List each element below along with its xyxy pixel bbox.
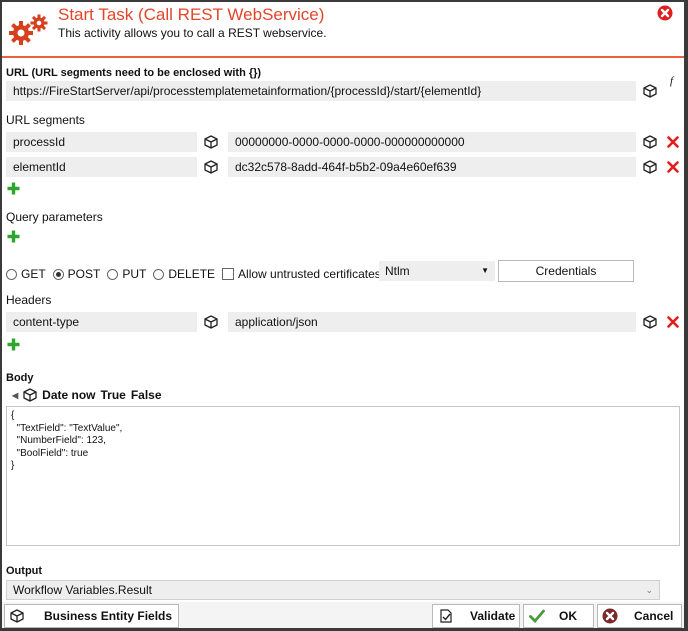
cube-icon[interactable] xyxy=(643,135,657,149)
add-header-icon[interactable] xyxy=(7,338,20,351)
query-parameters-label: Query parameters xyxy=(6,210,103,224)
dialog-subtitle: This activity allows you to call a REST … xyxy=(58,26,327,40)
function-icon[interactable]: f xyxy=(670,75,673,87)
cancel-button[interactable]: Cancel xyxy=(597,604,682,628)
body-toolbar: ◀ Date now True False xyxy=(12,388,162,402)
cube-icon[interactable] xyxy=(23,388,37,402)
dialog-title: Start Task (Call REST WebService) xyxy=(58,5,325,24)
credentials-button[interactable]: Credentials xyxy=(498,260,634,282)
business-entity-fields-button[interactable]: Business Entity Fields xyxy=(4,604,179,628)
cancel-icon xyxy=(602,608,618,624)
output-selected-value: Workflow Variables.Result xyxy=(13,583,152,597)
auth-selected-value: Ntlm xyxy=(385,264,410,278)
radio-button[interactable] xyxy=(153,268,165,280)
validate-icon xyxy=(440,609,452,623)
insert-false-button[interactable]: False xyxy=(131,388,162,402)
collapse-arrow-icon[interactable]: ◀ xyxy=(12,391,18,400)
insert-true-button[interactable]: True xyxy=(101,388,126,402)
segment-value-input[interactable]: 00000000-0000-0000-0000-000000000000 xyxy=(228,132,636,152)
method-put-radio[interactable]: PUT xyxy=(107,267,146,281)
url-segments-label: URL segments xyxy=(6,113,85,127)
header-divider xyxy=(2,56,684,58)
method-options: GET POST PUT DELETE Allow untrusted cert… xyxy=(6,267,381,281)
checkmark-icon xyxy=(529,609,545,623)
output-select[interactable]: Workflow Variables.Result ⌄ xyxy=(6,580,660,600)
gears-icon xyxy=(9,14,48,45)
cube-icon[interactable] xyxy=(643,84,657,98)
add-query-parameter-icon[interactable] xyxy=(7,230,20,243)
close-icon[interactable] xyxy=(657,5,673,21)
cube-icon[interactable] xyxy=(643,315,657,329)
insert-date-now-button[interactable]: Date now xyxy=(42,388,95,402)
cube-icon[interactable] xyxy=(204,315,218,329)
method-get-radio[interactable]: GET xyxy=(6,267,46,281)
checkbox[interactable] xyxy=(222,268,235,280)
cube-icon[interactable] xyxy=(204,135,218,149)
body-textarea[interactable]: { "TextField": "TextValue", "NumberField… xyxy=(6,406,680,546)
rest-webservice-dialog: Start Task (Call REST WebService) This a… xyxy=(2,2,684,628)
method-delete-radio[interactable]: DELETE xyxy=(153,267,215,281)
segment-name-input[interactable]: elementId xyxy=(6,157,197,177)
cube-icon[interactable] xyxy=(204,160,218,174)
headers-label: Headers xyxy=(6,293,52,307)
radio-button[interactable] xyxy=(107,268,119,280)
validate-button[interactable]: Validate xyxy=(432,604,520,628)
radio-button-selected[interactable] xyxy=(52,268,64,280)
segment-value-input[interactable]: dc32c578-8add-464f-b5b2-09a4e60ef639 xyxy=(228,157,636,177)
output-label: Output xyxy=(6,565,43,577)
radio-button[interactable] xyxy=(6,268,17,280)
allow-untrusted-checkbox[interactable]: Allow untrusted certificates xyxy=(222,267,381,281)
url-label: URL (URL segments need to be enclosed wi… xyxy=(6,67,262,79)
method-post-radio[interactable]: POST xyxy=(52,267,100,281)
header-name-input[interactable]: content-type xyxy=(6,312,197,332)
auth-select[interactable]: Ntlm ▼ xyxy=(379,261,495,281)
segment-name-input[interactable]: processId xyxy=(6,132,197,152)
url-input[interactable]: https://FireStartServer/api/processtempl… xyxy=(6,81,636,101)
header-value-input[interactable]: application/json xyxy=(228,312,636,332)
delete-icon[interactable] xyxy=(667,316,679,328)
ok-button[interactable]: OK xyxy=(523,604,594,628)
delete-icon[interactable] xyxy=(667,136,679,148)
delete-icon[interactable] xyxy=(667,161,679,173)
add-segment-icon[interactable] xyxy=(7,182,20,195)
dropdown-arrow-icon: ▼ xyxy=(481,266,489,275)
cube-icon[interactable] xyxy=(643,160,657,174)
chevron-down-icon: ⌄ xyxy=(645,585,653,595)
body-label: Body xyxy=(6,372,34,384)
cube-icon xyxy=(10,609,24,623)
